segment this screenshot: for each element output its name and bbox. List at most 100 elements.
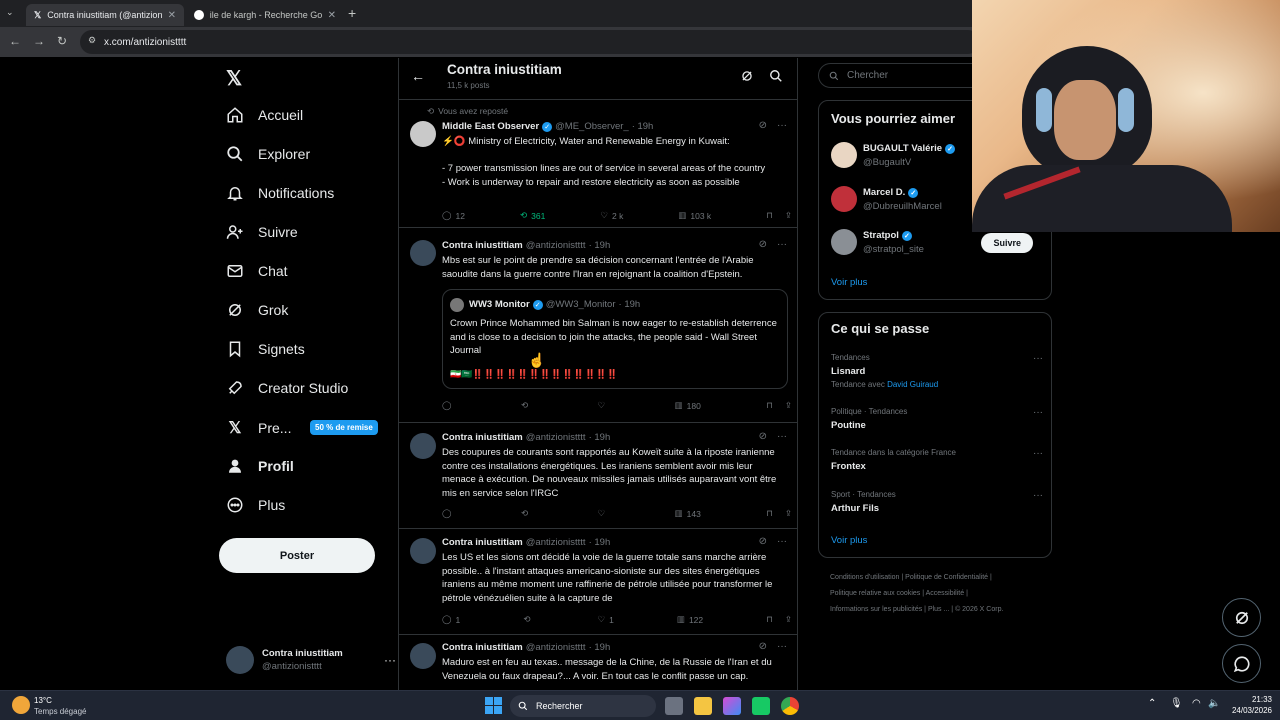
nav-item-premium[interactable]: 𝕏 Pre... (226, 418, 292, 438)
bookmark-icon[interactable]: ⊓ (766, 400, 773, 411)
author-handle[interactable]: @antizionistttt (526, 537, 586, 548)
nav-item-profile[interactable]: Profil (226, 457, 294, 475)
windows-start-icon[interactable] (485, 697, 502, 714)
file-explorer-icon[interactable] (694, 697, 712, 715)
close-tab-icon[interactable]: ✕ (168, 10, 176, 21)
nav-item-bookmarks[interactable]: Signets (226, 340, 305, 358)
reply-button[interactable]: ◯ (442, 400, 456, 411)
author-handle[interactable]: @antizionistttt (526, 642, 586, 653)
grok-icon[interactable] (740, 69, 754, 83)
grok-icon[interactable]: ⊘ (759, 239, 767, 250)
tweet-time[interactable]: · 19h (589, 240, 611, 251)
nav-item-grok[interactable]: Grok (226, 301, 288, 319)
more-dots-icon[interactable]: ··· (1033, 353, 1043, 364)
close-tab-icon[interactable]: ✕ (328, 10, 336, 21)
clock-time[interactable]: 21:33 (1226, 695, 1272, 704)
avatar[interactable] (410, 240, 436, 266)
author-name[interactable]: Middle East Observer (442, 121, 539, 132)
repost-button[interactable]: ⟲ (523, 614, 534, 625)
volume-icon[interactable]: 🔈 (1208, 698, 1220, 709)
post-button[interactable]: Poster (219, 538, 375, 573)
share-icon[interactable]: ⇪ (785, 508, 792, 519)
nav-item-home[interactable]: Accueil (226, 106, 303, 124)
footer-link[interactable]: Plus ... (928, 606, 949, 613)
tweet-time[interactable]: · 19h (632, 121, 654, 132)
tweet[interactable]: Contra iniustitiam @antizionistttt · 19h… (399, 529, 797, 635)
trend-item[interactable]: Sport · Tendances Arthur Fils ··· (831, 490, 1043, 514)
nav-item-notifications[interactable]: Notifications (226, 184, 334, 202)
reply-button[interactable]: ◯ 1 (442, 614, 460, 625)
trend-extra-link[interactable]: David Guiraud (887, 380, 938, 389)
footer-link[interactable]: Politique de Confidentialité (905, 574, 988, 581)
grok-icon[interactable]: ⊘ (759, 641, 767, 652)
address-bar[interactable]: ⚙ x.com/antizionistttt (80, 30, 980, 54)
author-handle[interactable]: @antizionistttt (526, 432, 586, 443)
browser-tab[interactable]: ile de kargh - Recherche Googl... ✕ (186, 4, 344, 26)
nav-item-chat[interactable]: Chat (226, 262, 288, 280)
browser-tab-active[interactable]: 𝕏 Contra iniustitiam (@antizionis... ✕ (26, 4, 184, 26)
like-button[interactable]: ♡ 1 (598, 614, 614, 625)
search-icon[interactable] (769, 69, 783, 83)
trend-item[interactable]: Tendances Lisnard Tendance avec David Gu… (831, 353, 1043, 389)
suggestion-item[interactable]: Stratpol ✓ @stratpol_site Suivre (831, 228, 1043, 260)
tweet[interactable]: Contra iniustitiam @antizionistttt · 19h… (399, 635, 797, 690)
taskbar-search[interactable]: Rechercher (510, 695, 656, 717)
nav-item-creator-studio[interactable]: Creator Studio (226, 379, 348, 397)
nav-item-explore[interactable]: Explorer (226, 145, 310, 163)
bookmark-icon[interactable]: ⊓ (766, 210, 773, 221)
tweet-time[interactable]: · 19h (589, 537, 611, 548)
views-button[interactable]: ▥ 103 k (678, 210, 711, 221)
bookmark-icon[interactable]: ⊓ (766, 614, 773, 625)
tweet-time[interactable]: · 19h (589, 432, 611, 443)
see-more-link[interactable]: Voir plus (831, 277, 867, 288)
tweet[interactable]: Contra iniustitiam @antizionistttt · 19h… (399, 228, 797, 423)
avatar[interactable] (410, 121, 436, 147)
footer-link[interactable]: Conditions d'utilisation (830, 574, 899, 581)
chat-floating-button[interactable] (1222, 644, 1261, 683)
clock-date[interactable]: 24/03/2026 (1222, 706, 1272, 715)
more-dots-icon[interactable]: ··· (777, 239, 787, 250)
chevron-up-icon[interactable]: ⌃ (1148, 698, 1156, 709)
author-name[interactable]: Contra iniustitiam (442, 240, 523, 251)
trend-item[interactable]: Politique · Tendances Poutine ··· (831, 407, 1043, 431)
share-icon[interactable]: ⇪ (785, 210, 792, 221)
back-arrow-icon[interactable]: ← (9, 34, 21, 48)
new-tab-icon[interactable]: + (348, 5, 356, 21)
bookmark-icon[interactable]: ⊓ (766, 508, 773, 519)
footer-link[interactable]: Accessibilité (926, 590, 965, 597)
reply-button[interactable]: ◯ (442, 508, 456, 519)
footer-link[interactable]: Politique relative aux cookies (830, 590, 920, 597)
microphone-icon[interactable]: 🎙 (1170, 698, 1183, 709)
more-dots-icon[interactable]: ··· (777, 641, 787, 652)
task-view-icon[interactable] (665, 697, 683, 715)
nav-item-follow[interactable]: Suivre (226, 223, 298, 241)
author-name[interactable]: Contra iniustitiam (442, 537, 523, 548)
more-dots-icon[interactable]: ··· (1033, 448, 1043, 459)
tweet[interactable]: ⟲ Vous avez reposté Middle East Observer… (399, 100, 797, 228)
forward-arrow-icon[interactable]: → (33, 34, 45, 48)
chrome-icon[interactable] (781, 697, 799, 715)
tweet[interactable]: Contra iniustitiam @antizionistttt · 19h… (399, 423, 797, 529)
avatar[interactable] (410, 538, 436, 564)
footer-link[interactable]: Informations sur les publicités (830, 606, 922, 613)
more-dots-icon[interactable]: ··· (384, 653, 396, 667)
more-dots-icon[interactable]: ··· (1033, 490, 1043, 501)
account-switcher[interactable]: Contra iniustitiam @antizionistttt ··· (226, 642, 396, 678)
repost-button[interactable]: ⟲ (521, 400, 532, 411)
repost-button[interactable]: ⟲ (521, 508, 532, 519)
weather-icon[interactable] (12, 696, 30, 714)
app-icon[interactable] (752, 697, 770, 715)
like-button[interactable]: ♡ 2 k (600, 210, 623, 221)
site-info-icon[interactable]: ⚙ (88, 35, 96, 46)
back-arrow-icon[interactable]: ← (411, 68, 425, 84)
share-icon[interactable]: ⇪ (785, 614, 792, 625)
copilot-icon[interactable] (723, 697, 741, 715)
grok-icon[interactable]: ⊘ (759, 536, 767, 547)
grok-icon[interactable]: ⊘ (759, 431, 767, 442)
nav-item-more[interactable]: Plus (226, 496, 285, 514)
reply-button[interactable]: ◯ 12 (442, 210, 465, 221)
views-button[interactable]: ▥ 122 (677, 614, 703, 625)
x-logo-icon[interactable]: 𝕏 (226, 66, 242, 91)
grok-icon[interactable]: ⊘ (759, 120, 767, 131)
more-dots-icon[interactable]: ··· (777, 536, 787, 547)
